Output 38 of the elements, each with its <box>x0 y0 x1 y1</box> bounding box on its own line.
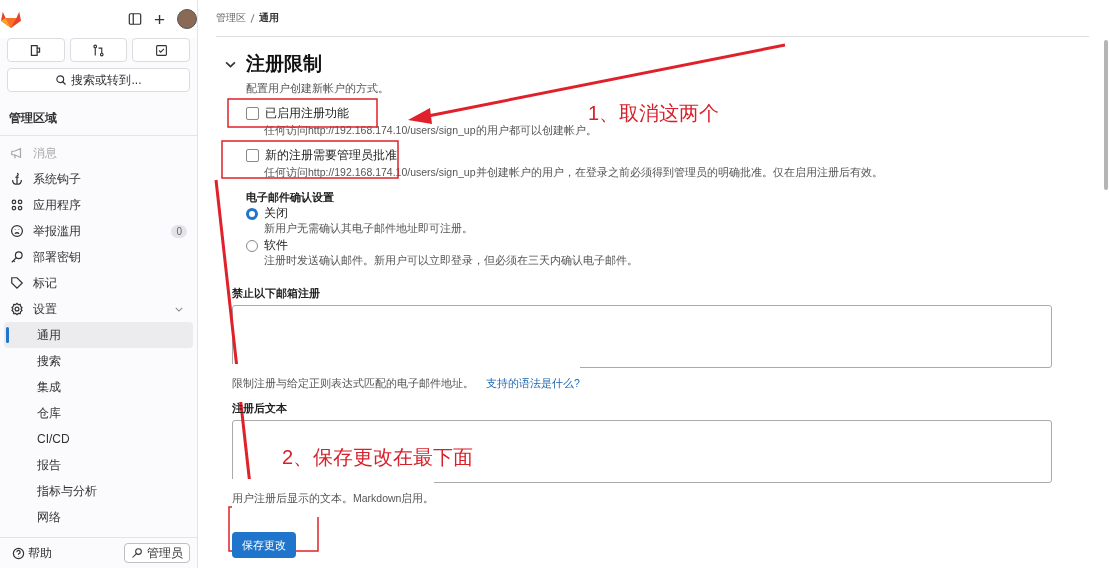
help-text: 新用户无需确认其电子邮件地址即可注册。 <box>263 222 474 236</box>
new-button[interactable]: + <box>153 9 165 29</box>
section-description: 配置用户创建新帐户的方式。 <box>246 81 390 96</box>
nav-subitem[interactable]: CI/CD <box>4 426 193 452</box>
count-badge: 0 <box>171 224 187 238</box>
nav-subitem[interactable]: 通用 <box>4 322 193 348</box>
section-title: 注册限制 <box>246 52 322 76</box>
nav-subitem[interactable]: 搜索 <box>4 348 193 374</box>
nav-subitem[interactable]: 集成 <box>4 374 193 400</box>
nav-item[interactable]: 部署密钥 <box>0 244 197 270</box>
nav-item[interactable]: 设置 <box>0 296 197 322</box>
nav-item[interactable]: 系统钩子 <box>0 166 197 192</box>
breadcrumb-link[interactable]: 通用 <box>259 11 279 25</box>
field-label: 禁止以下邮箱注册 <box>232 286 321 300</box>
help-text: 限制注册与给定正则表达式匹配的电子邮件地址。 支持的语法是什么? <box>232 364 580 402</box>
nav-item[interactable]: 标记 <box>0 270 197 296</box>
nav-subitem[interactable]: 仓库 <box>4 400 193 426</box>
annotation-text: 1、取消这两个 <box>588 101 720 126</box>
breadcrumb-link[interactable]: 管理区 <box>216 11 246 25</box>
section-title: 管理区域 <box>0 100 197 136</box>
nav-subitem[interactable]: 指标与分析 <box>4 478 193 504</box>
help-text: 用户注册后显示的文本。Markdown启用。 <box>232 479 435 517</box>
admin-button[interactable]: 管理员 <box>124 543 190 563</box>
nav-subitem[interactable]: 网络 <box>4 504 193 530</box>
field-label: 电子邮件确认设置 <box>246 190 335 204</box>
save-button[interactable]: 保存更改 <box>232 532 296 558</box>
radio-label: 关闭 <box>264 206 288 221</box>
checkbox-label: 已启用注册功能 <box>265 106 349 121</box>
search-button[interactable]: 搜索或转到... <box>7 68 190 92</box>
help-link[interactable]: 帮助 <box>12 544 52 562</box>
nav-item[interactable]: 应用程序 <box>0 192 197 218</box>
syntax-link[interactable]: 支持的语法是什么? <box>486 376 580 390</box>
radio-label: 软件 <box>264 238 288 253</box>
help-text: 注册时发送确认邮件。新用户可以立即登录，但必须在三天内确认电子邮件。 <box>263 254 639 268</box>
nav-item[interactable]: 举报滥用 0 <box>0 218 197 244</box>
nav-subitem[interactable]: 报告 <box>4 452 193 478</box>
checkbox-label: 新的注册需要管理员批准 <box>265 148 397 163</box>
annotation-text: 2、保存更改在最下面 <box>282 445 474 470</box>
